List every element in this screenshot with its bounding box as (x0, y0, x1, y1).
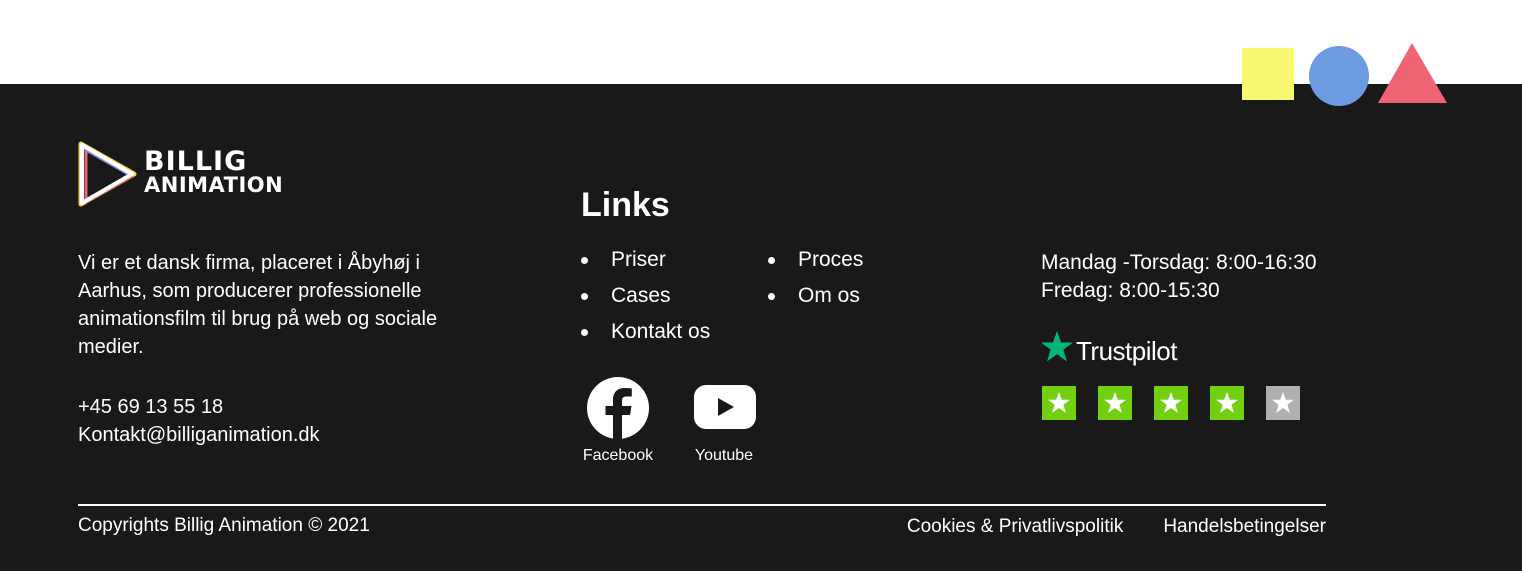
red-triangle-shape (1378, 43, 1447, 103)
youtube-label: Youtube (694, 447, 754, 464)
facebook-icon (587, 377, 649, 439)
links-list-col-2: Proces Om os (768, 244, 863, 316)
link-kontakt-os[interactable]: Kontakt os (581, 316, 710, 352)
opening-hours: Mandag -Torsdag: 8:00-16:30 Fredag: 8:00… (1041, 249, 1317, 305)
youtube-link[interactable]: Youtube (690, 377, 758, 465)
trustpilot-wordmark: Trustpilot (1076, 336, 1177, 366)
yellow-square-shape (1242, 48, 1294, 100)
links-list-col-1: Priser Cases Kontakt os (581, 244, 710, 352)
link-priser[interactable]: Priser (581, 244, 710, 280)
star-icon-5-empty (1266, 386, 1300, 420)
contact-info: +45 69 13 55 18 Kontakt@billiganimation.… (78, 393, 320, 449)
link-proces[interactable]: Proces (768, 244, 863, 280)
logo-line-1: BILLIG (144, 146, 248, 177)
star-icon-4 (1210, 386, 1244, 420)
footer-divider (78, 504, 1326, 506)
links-heading: Links (581, 186, 670, 224)
copyright-text: Copyrights Billig Animation © 2021 (78, 515, 370, 536)
link-om-os[interactable]: Om os (768, 280, 863, 316)
decorative-shapes (1242, 43, 1447, 106)
star-icon-3 (1154, 386, 1188, 420)
star-icon-1 (1042, 386, 1076, 420)
email-link[interactable]: Kontakt@billiganimation.dk (78, 421, 320, 449)
facebook-link[interactable]: Facebook (581, 377, 655, 465)
trustpilot-star-icon (1041, 331, 1073, 362)
trustpilot-rating (1042, 386, 1300, 420)
link-cases[interactable]: Cases (581, 280, 710, 316)
hours-mon-thu: Mandag -Torsdag: 8:00-16:30 (1041, 251, 1317, 274)
legal-links: Cookies & Privatlivspolitik Handelsbetin… (907, 516, 1326, 538)
cookies-policy-link[interactable]: Cookies & Privatlivspolitik (907, 516, 1123, 538)
youtube-icon (694, 385, 756, 429)
facebook-label: Facebook (582, 447, 654, 464)
phone-link[interactable]: +45 69 13 55 18 (78, 393, 320, 421)
billig-animation-logo[interactable]: BILLIG ANIMATION (76, 138, 306, 212)
about-text: Vi er et dansk firma, placeret i Åbyhøj … (78, 252, 438, 358)
logo-wordmark: BILLIG ANIMATION (144, 148, 283, 196)
play-logo-icon (78, 141, 137, 207)
hours-fri: Fredag: 8:00-15:30 (1041, 279, 1220, 302)
logo-line-2: ANIMATION (144, 173, 284, 197)
blue-circle-shape (1309, 46, 1369, 106)
terms-link[interactable]: Handelsbetingelser (1163, 516, 1326, 538)
star-icon-2 (1098, 386, 1132, 420)
